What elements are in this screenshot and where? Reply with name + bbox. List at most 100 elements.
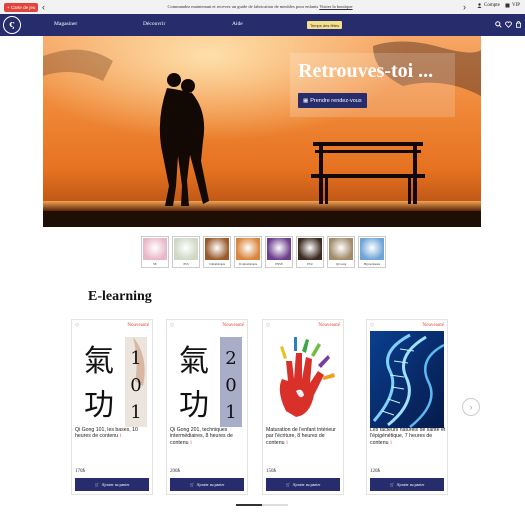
category-image [267, 238, 291, 260]
qigong-char-1: 氣 [84, 344, 114, 379]
new-badge: Nouveauté [222, 323, 244, 328]
course-card[interactable]: ♡ Nouveauté Maturation de l'enfant intér… [262, 319, 344, 495]
hero-title: Retrouves-toi ... [298, 60, 434, 82]
carousel-progress[interactable] [236, 504, 288, 506]
course-image-handprint [266, 331, 340, 428]
category-item[interactable]: SE [141, 236, 169, 268]
course-price: 150$ [266, 469, 276, 474]
hero-banner: Retrouves-toi ... ▦ Prendre rendez-vous [43, 36, 481, 227]
course-title[interactable]: Les facteurs naturels de santé et l'épig… [370, 427, 446, 446]
category-item[interactable]: PSS [172, 236, 200, 268]
info-icon[interactable]: i [120, 433, 121, 439]
category-label: PSS [183, 262, 189, 266]
category-label: Qi Gong [335, 262, 347, 266]
carousel-next-button[interactable]: › [462, 398, 480, 416]
course-number-digit: 1 [225, 402, 236, 423]
add-to-cart-button[interactable]: 🛒 Ajouter au panier [170, 478, 244, 491]
course-number-digit: 1 [130, 402, 141, 423]
site-logo[interactable]: ς [3, 16, 21, 34]
info-icon[interactable]: i [286, 440, 287, 446]
add-to-cart-label: Ajouter au panier [101, 482, 130, 487]
course-number-digit: 0 [225, 375, 236, 396]
course-image-qigong-201: 氣 功 2 0 1 [170, 331, 244, 428]
course-card[interactable]: ♡ Nouveauté 氣 功 2 0 1 Qi Gong 201, techn… [166, 319, 248, 495]
chevron-left-icon[interactable]: ‹ [42, 1, 45, 13]
category-image [329, 238, 353, 260]
category-item[interactable]: Trophothérapie [234, 236, 262, 268]
nav-item-aide[interactable]: Aide [232, 21, 243, 27]
carousel-progress-fill [236, 504, 262, 506]
main-navigation [0, 14, 525, 36]
category-item[interactable]: Qi Gong [327, 236, 355, 268]
course-title[interactable]: Qi Gong 101, les bases, 10 heures de con… [75, 427, 151, 440]
category-image [298, 238, 322, 260]
book-appointment-label: Prendre rendez-vous [310, 97, 362, 104]
category-label: Cimathérapie [208, 262, 226, 266]
add-to-cart-button[interactable]: 🛒 Ajouter au panier [75, 478, 149, 491]
qigong-char-2: 功 [179, 388, 209, 423]
add-to-cart-button[interactable]: 🛒 Ajouter au panier [370, 478, 444, 491]
cart-icon: 🛒 [94, 482, 100, 487]
account-link[interactable]: Compte [477, 3, 500, 8]
category-item[interactable]: PNSE [265, 236, 293, 268]
category-image [360, 238, 384, 260]
nav-item-decouvrir[interactable]: Découvrir [143, 21, 165, 27]
chevron-right-icon: › [469, 402, 473, 412]
course-card[interactable]: ♡ Nouveauté 氣 功 1 0 1 Qi Gong 101, les b… [71, 319, 153, 495]
heart-icon[interactable]: ♡ [266, 323, 270, 329]
announcement-bar: + Carte de jeu ‹ Commandez maintenant et… [0, 0, 525, 14]
info-icon[interactable]: i [390, 440, 391, 446]
category-image [174, 238, 198, 260]
add-to-cart-button[interactable]: 🛒 Ajouter au panier [266, 478, 340, 491]
user-icon [477, 3, 482, 8]
new-badge: Nouveauté [422, 323, 444, 328]
category-item[interactable]: PSU [296, 236, 324, 268]
course-number-digit: 1 [130, 348, 141, 369]
vip-label: VIP [512, 3, 521, 8]
category-label: Trophothérapie [238, 262, 258, 266]
category-image [205, 238, 229, 260]
announcement-link[interactable]: Visiter la boutique [319, 4, 352, 9]
heart-icon[interactable]: ♡ [75, 323, 79, 329]
cart-icon[interactable] [513, 19, 523, 29]
qigong-char-2: 功 [84, 388, 114, 423]
course-number-digit: 0 [130, 375, 141, 396]
course-title-text: Qi Gong 101, les bases, 10 heures de con… [75, 427, 138, 440]
course-price: 170$ [75, 469, 85, 474]
announcement-text: Commandez maintenant et recevez un guide… [120, 4, 400, 9]
chevron-right-icon[interactable]: › [463, 1, 466, 13]
cart-icon: 🛒 [285, 482, 291, 487]
gift-card-button[interactable]: + Carte de jeu [4, 3, 39, 12]
category-image [143, 238, 167, 260]
account-label: Compte [484, 3, 500, 8]
course-image-dna [370, 331, 444, 428]
category-image [236, 238, 260, 260]
add-to-cart-label: Ajouter au panier [196, 482, 225, 487]
vip-link[interactable]: VIP [505, 3, 520, 8]
course-title[interactable]: Qi Gong 201, techniques intermédiaires, … [170, 427, 246, 446]
search-icon[interactable] [493, 19, 503, 29]
course-title[interactable]: Maturation de l'enfant intérieur par l'é… [266, 427, 342, 446]
heart-icon[interactable]: ♡ [370, 323, 374, 329]
book-appointment-button[interactable]: ▦ Prendre rendez-vous [298, 93, 367, 108]
cart-icon: 🛒 [389, 482, 395, 487]
category-strip: SE PSS Cimathérapie Trophothérapie PNSE PSU Qi… [141, 236, 386, 268]
course-card[interactable]: ♡ Nouveauté Les facteurs naturels de san… [366, 319, 448, 495]
qigong-char-1: 氣 [179, 344, 209, 379]
crown-icon [505, 3, 510, 8]
course-number-digit: 2 [225, 348, 236, 369]
course-title-text: Les facteurs naturels de santé et l'épig… [370, 427, 446, 446]
holiday-badge[interactable]: Temps des fêtes [307, 21, 343, 29]
category-item[interactable]: Hypnotiseuse [358, 236, 386, 268]
category-label: PSU [307, 262, 313, 266]
category-label: Hypnotiseuse [363, 262, 381, 266]
section-title-elearning: E-learning [88, 289, 152, 304]
course-price: 120$ [370, 469, 380, 474]
category-label: PNSE [275, 262, 283, 266]
heart-icon[interactable] [503, 19, 513, 29]
nav-item-magasiner[interactable]: Magasiner [54, 21, 77, 27]
heart-icon[interactable]: ♡ [170, 323, 174, 329]
course-image-qigong-101: 氣 功 1 0 1 [75, 331, 149, 428]
category-item[interactable]: Cimathérapie [203, 236, 231, 268]
info-icon[interactable]: i [190, 440, 191, 446]
